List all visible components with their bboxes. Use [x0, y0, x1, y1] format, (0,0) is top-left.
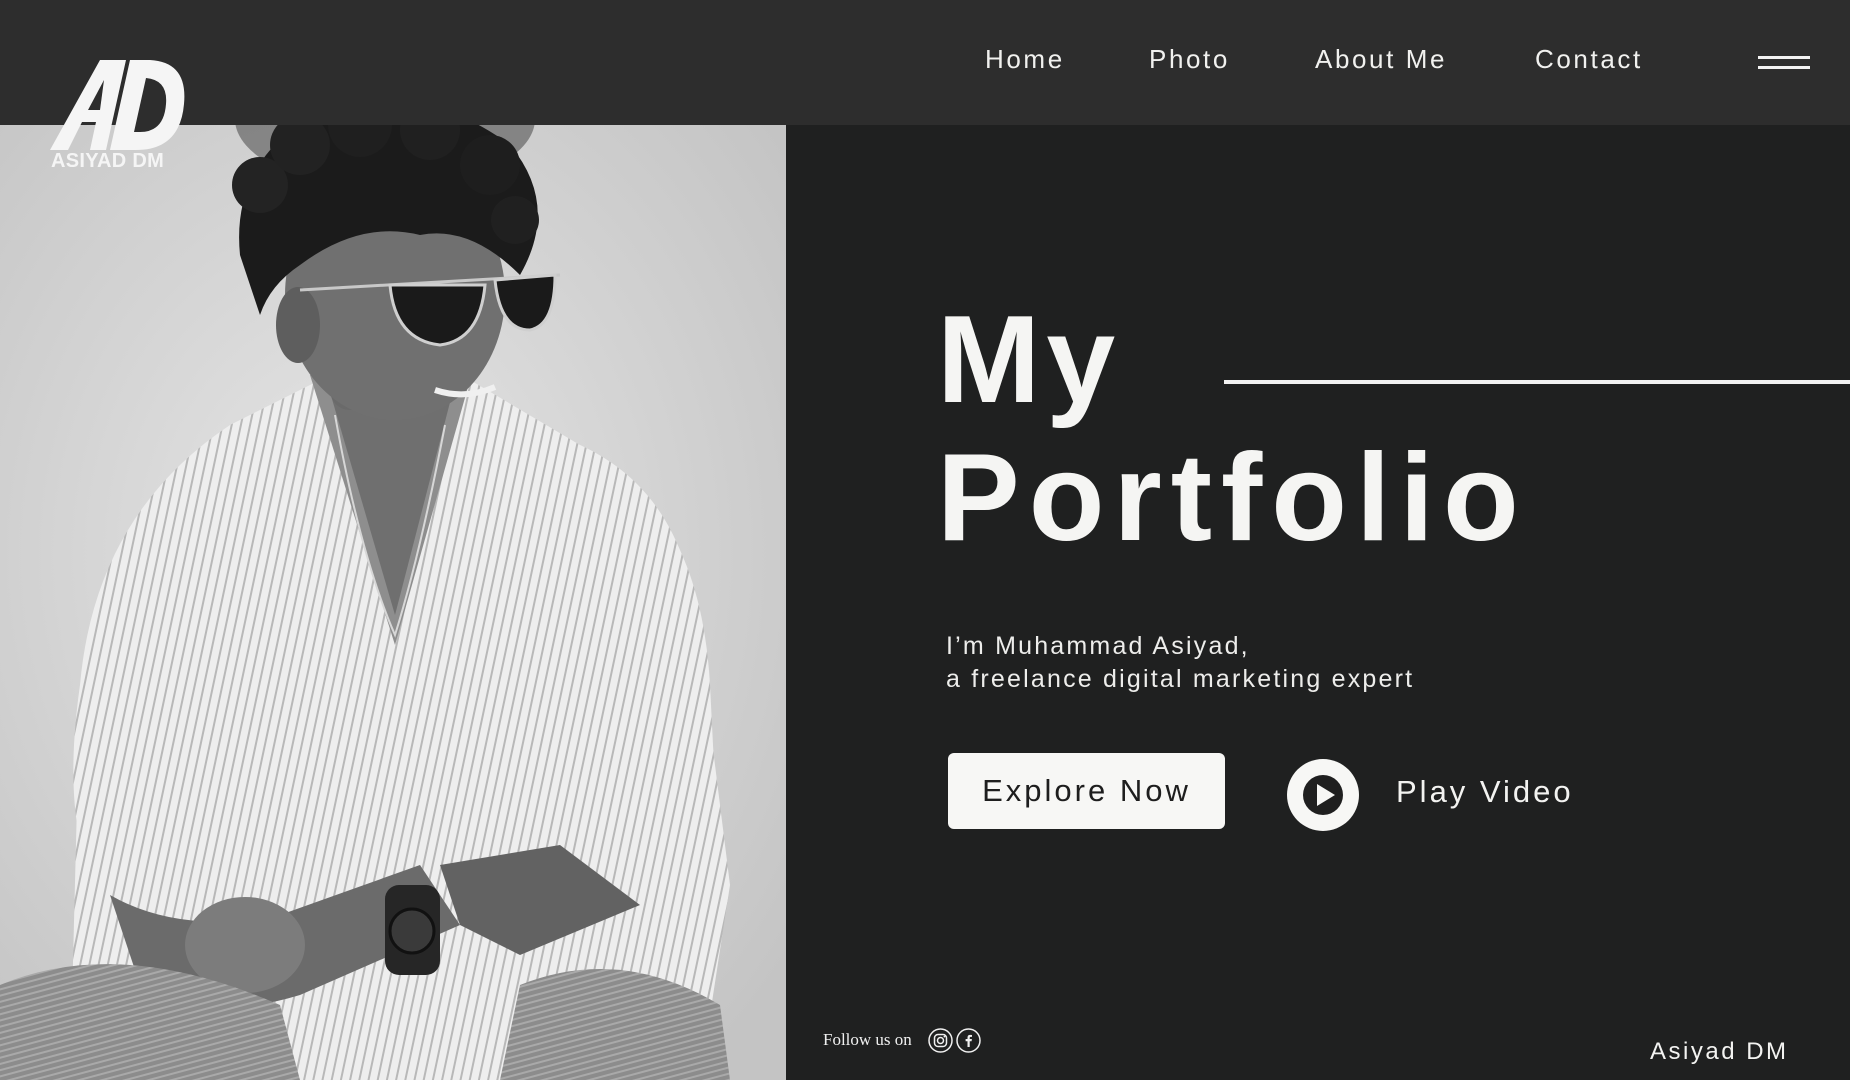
main-nav: Home Photo About Me Contact	[0, 44, 1850, 80]
hero-title-line1: My	[937, 291, 1122, 429]
intro-text: I’m Muhammad Asiyad, a freelance digital…	[946, 630, 1414, 696]
nav-home[interactable]: Home	[985, 44, 1065, 75]
hamburger-line	[1758, 66, 1810, 69]
nav-contact[interactable]: Contact	[1535, 44, 1643, 75]
intro-line1: I’m Muhammad Asiyad,	[946, 632, 1250, 660]
instagram-icon[interactable]	[928, 1028, 953, 1053]
footer-brand: Asiyad DM	[1650, 1038, 1789, 1065]
intro-line2: a freelance digital marketing expert	[946, 665, 1415, 693]
portrait-illustration	[0, 125, 786, 1080]
nav-about-me[interactable]: About Me	[1315, 44, 1447, 75]
play-video-link[interactable]: Play Video	[1396, 774, 1574, 810]
hero-divider	[1224, 380, 1850, 384]
follow-us-label: Follow us on	[823, 1030, 912, 1049]
logo-wordmark: ASIYAD DM	[51, 150, 165, 172]
facebook-icon[interactable]	[956, 1028, 981, 1053]
explore-now-button[interactable]: Explore Now	[948, 753, 1225, 829]
play-circle-icon[interactable]	[1287, 759, 1359, 831]
hamburger-line	[1758, 56, 1810, 59]
nav-photo[interactable]: Photo	[1149, 44, 1230, 75]
hero-title-line2: Portfolio	[937, 429, 1528, 567]
hamburger-menu-icon[interactable]	[1758, 54, 1810, 74]
portrait-photo	[0, 125, 786, 1080]
